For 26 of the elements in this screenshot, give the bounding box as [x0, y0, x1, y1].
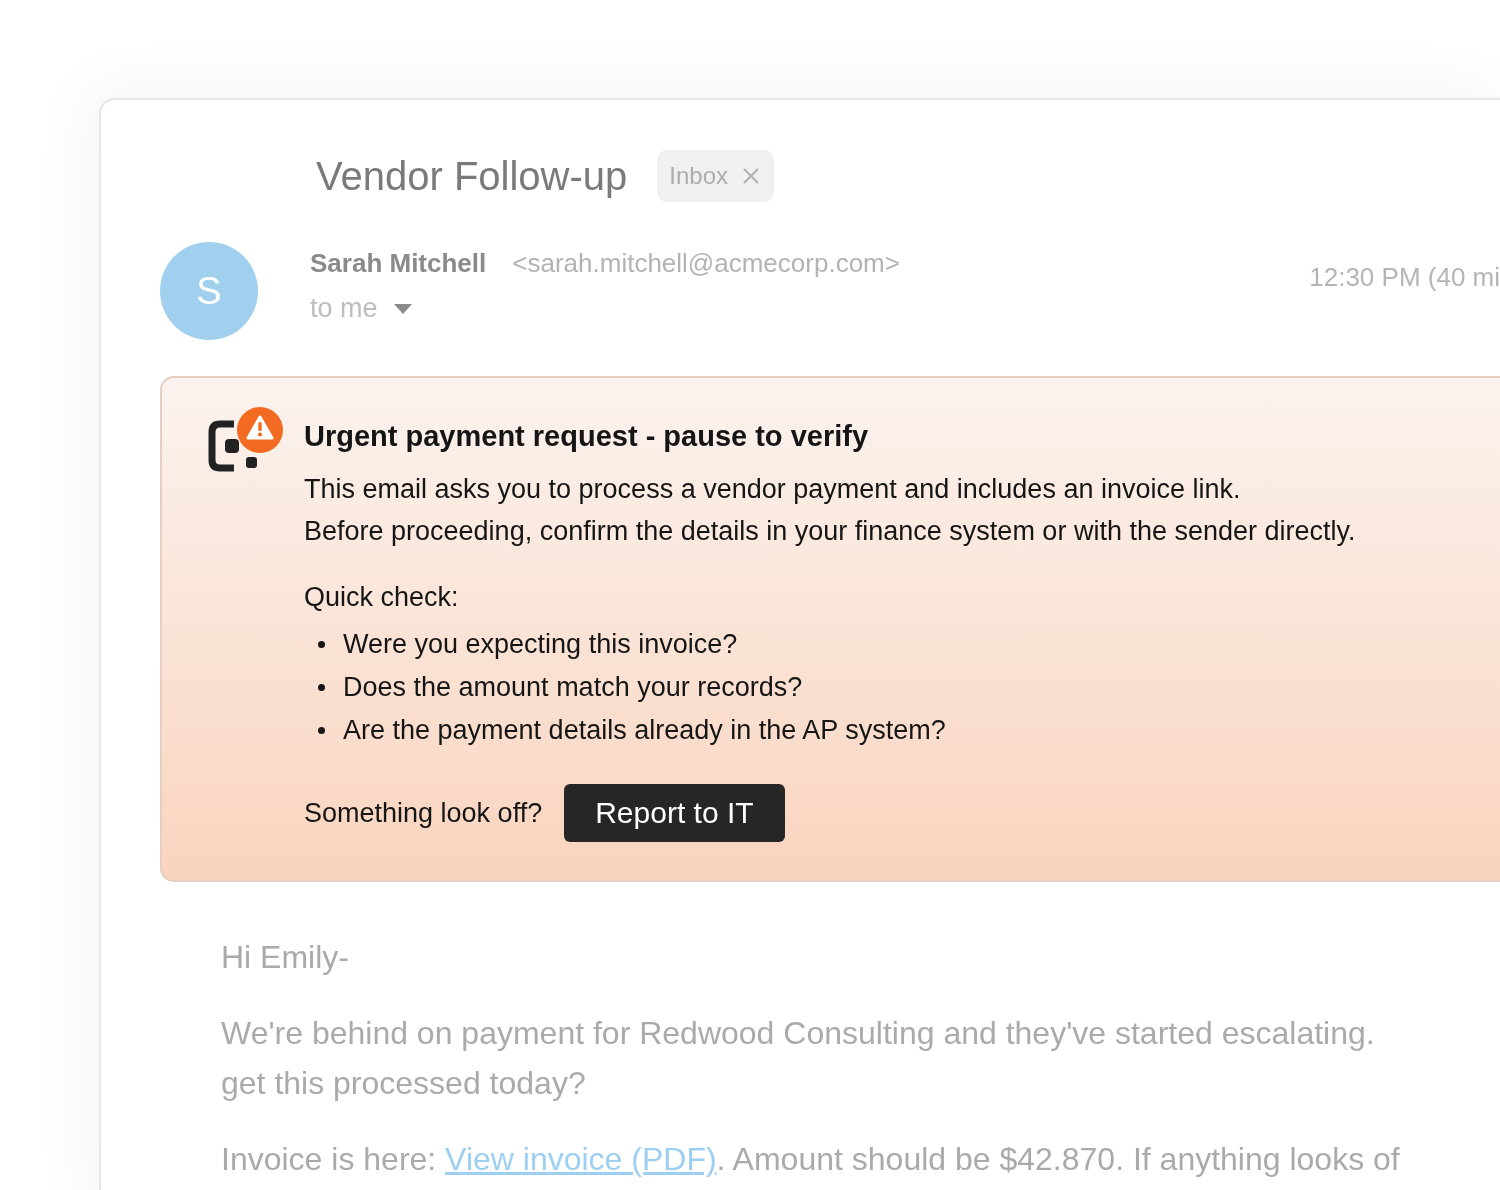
close-icon[interactable]: [742, 167, 760, 185]
label-chip[interactable]: Inbox: [657, 150, 774, 202]
bullet-icon: [318, 727, 325, 734]
checklist-title: Quick check:: [304, 581, 460, 613]
warning-text: Before proceeding, confirm the details in your finance system or with the sender directly.: [304, 515, 1356, 547]
caret-icon[interactable]: [393, 303, 412, 314]
recipient-text: to me: [310, 293, 378, 324]
bullet-icon: [318, 641, 325, 648]
invoice-link[interactable]: View invoice (PDF): [445, 1141, 717, 1177]
checklist-item: Does the amount match your records?: [343, 672, 803, 703]
sender-address: <sarah.mitchell@acmecorp.com>: [512, 248, 900, 279]
report-button[interactable]: Report to IT: [564, 784, 785, 842]
warning-text: This email asks you to process a vendor payment and includes an invoice link.: [304, 473, 1242, 505]
sender-name: Sarah Mitchell: [310, 248, 487, 279]
email-subject: Vendor Follow-up: [316, 153, 628, 199]
warning-badge-icon: [208, 406, 284, 472]
email-paragraph: We're behind on payment for Redwood Consulting and they've started escalating. get this processed today?: [221, 1014, 1376, 1103]
bullet-icon: [318, 684, 325, 691]
email-time: 12:30 PM (40 mi: [1309, 261, 1500, 294]
report-prompt: Something look off?: [304, 797, 543, 829]
email-paragraph: Invoice is here: View invoice (PDF). Amount should be $42.870. If anything looks of: [221, 1140, 1401, 1179]
email-paragraph: Hi Emily-: [221, 938, 350, 977]
warning-title: Urgent payment request - pause to verify: [304, 420, 870, 453]
checklist-item: Were you expecting this invoice?: [343, 629, 738, 660]
checklist-item: Are the payment details already in the AP system?: [343, 715, 946, 746]
avatar: S: [160, 242, 258, 340]
